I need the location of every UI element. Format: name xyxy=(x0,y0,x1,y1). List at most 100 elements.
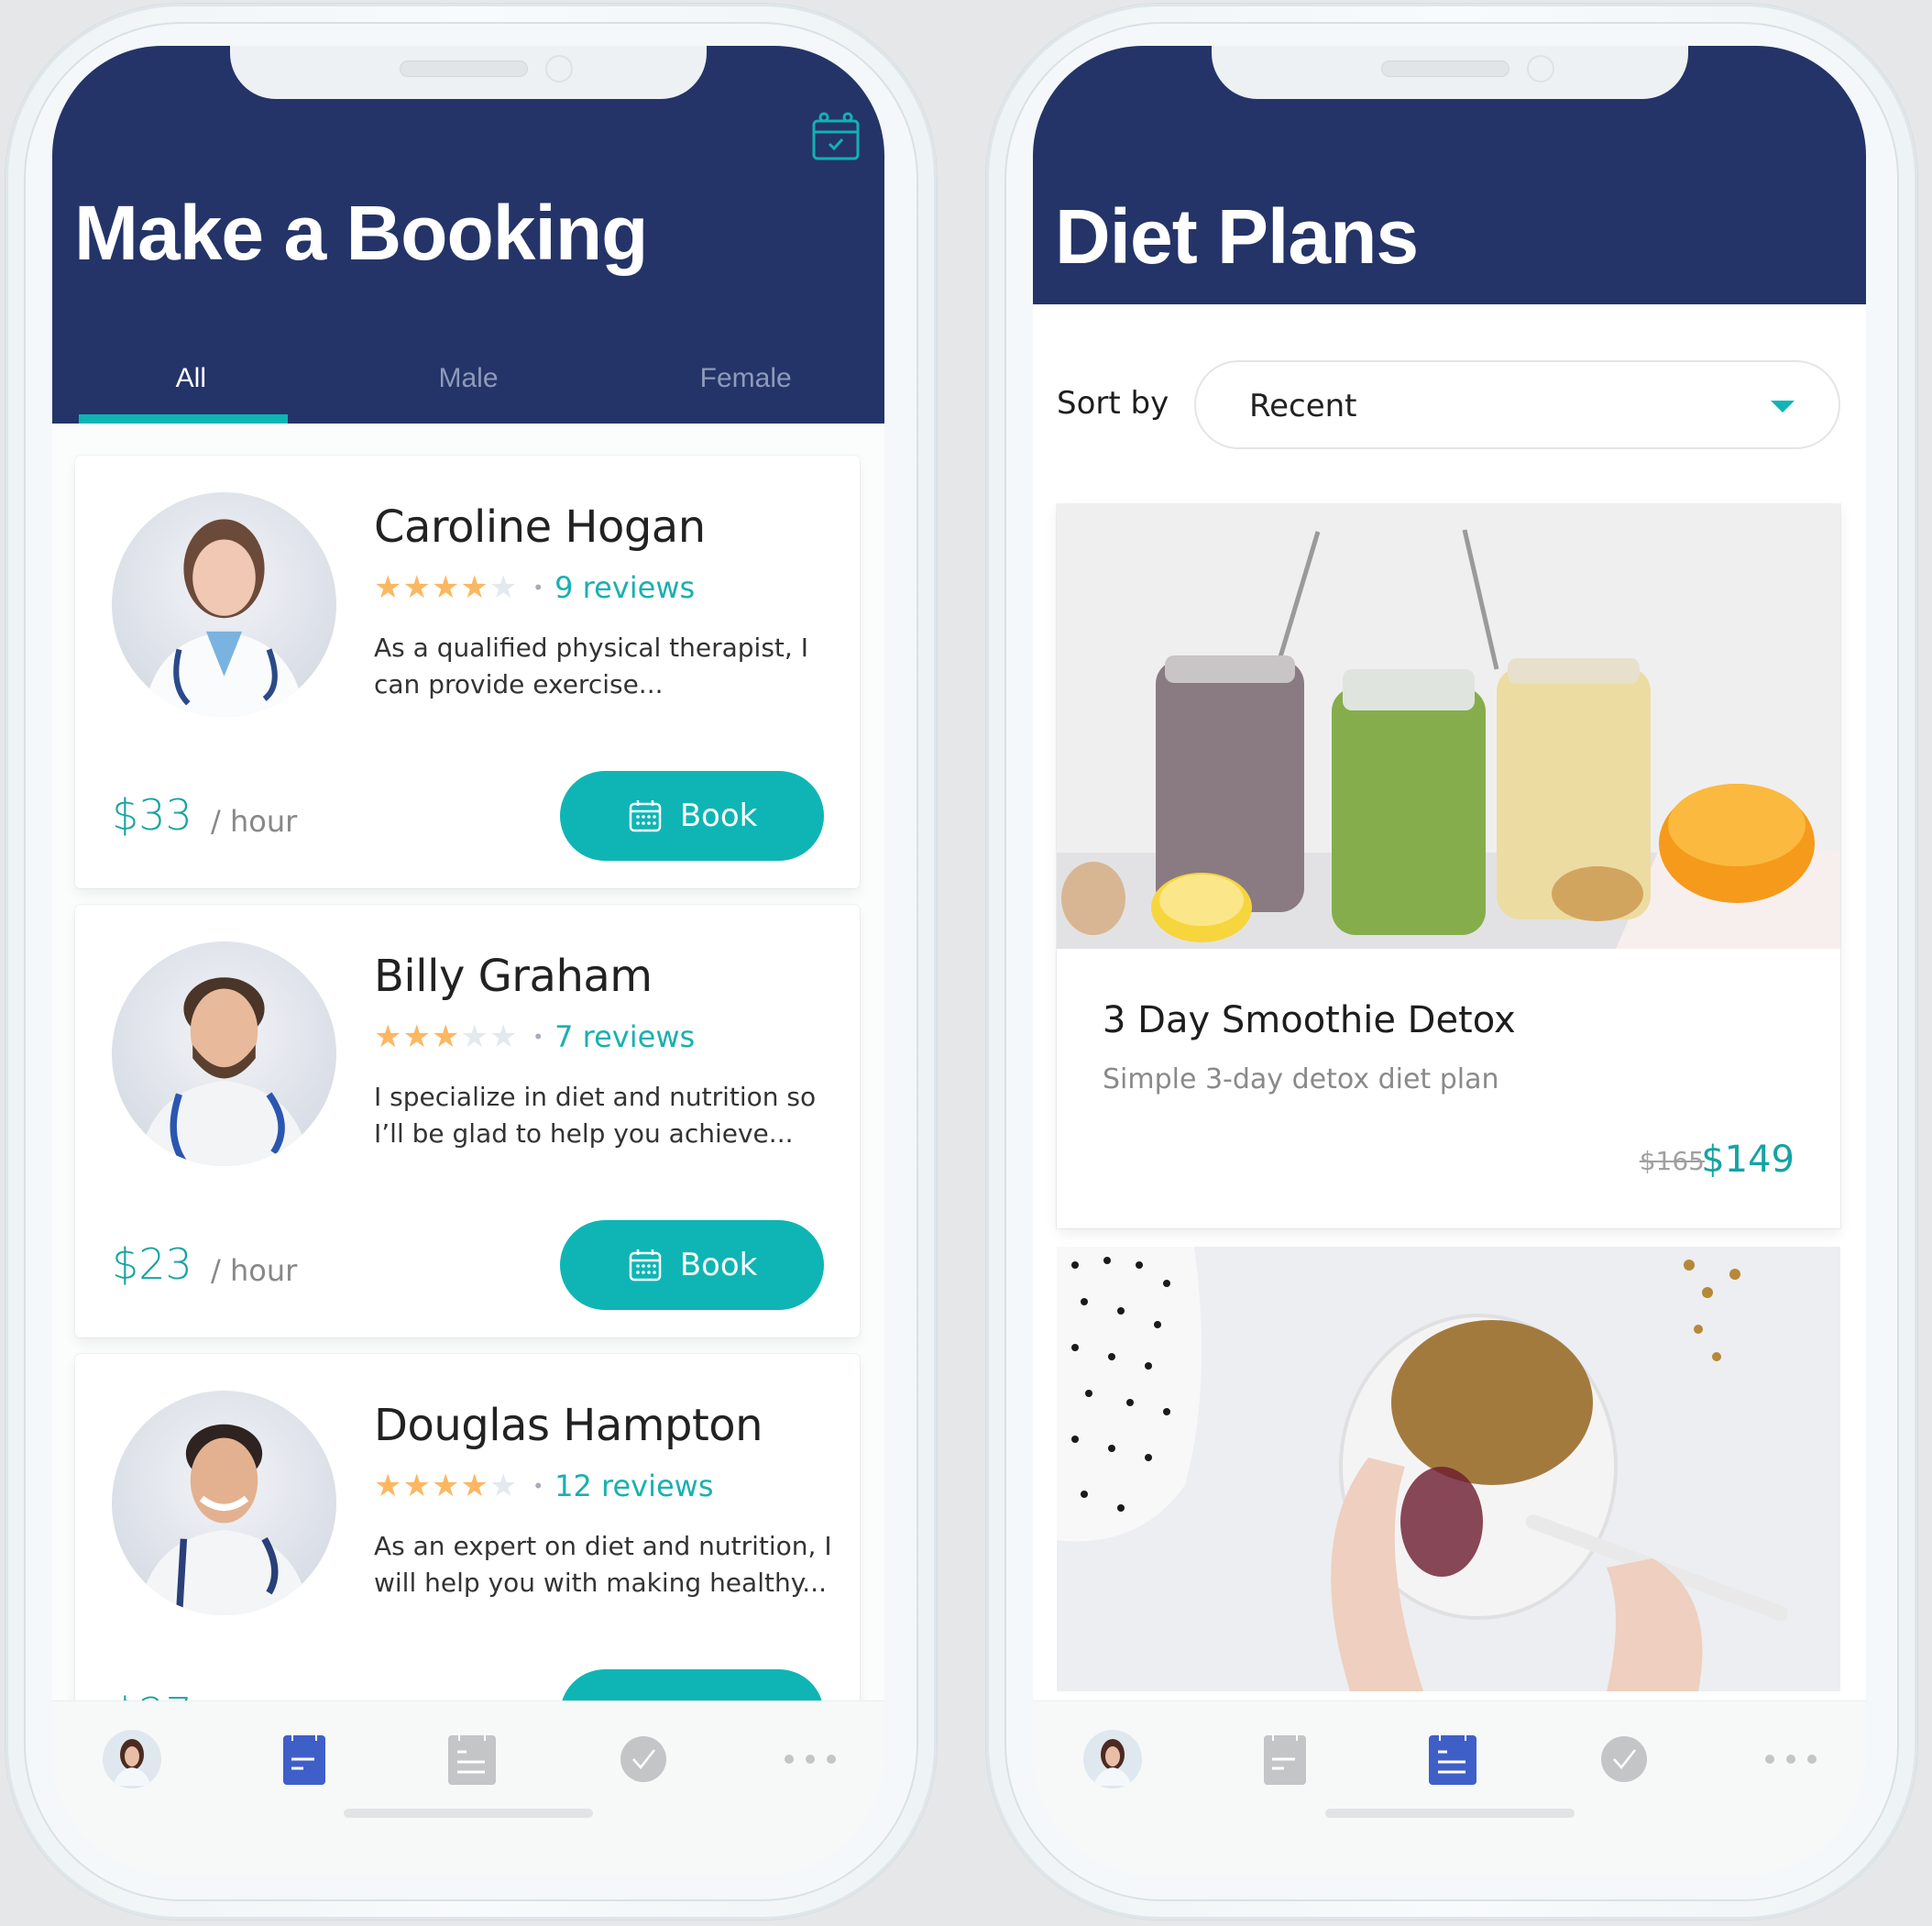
tabbar-bookings[interactable] xyxy=(1253,1727,1317,1791)
reviews-link[interactable]: 12 reviews xyxy=(554,1469,713,1503)
tabbar-more[interactable] xyxy=(778,1727,842,1791)
doctor-avatar xyxy=(112,1391,336,1615)
star-filled-icon: ★ xyxy=(374,1019,402,1054)
price-unit: / hour xyxy=(211,804,298,839)
sort-selected-value: Recent xyxy=(1249,388,1357,424)
front-camera xyxy=(545,55,573,83)
yogurt-granola-bowl-image xyxy=(1057,1247,1840,1691)
tabbar-more[interactable] xyxy=(1759,1727,1823,1791)
phone-notch xyxy=(1211,46,1688,99)
doctor-avatar xyxy=(112,492,336,717)
star-filled-icon: ★ xyxy=(431,570,460,605)
star-empty-icon: ★ xyxy=(488,570,518,605)
gender-filter-tabs: All Male Female xyxy=(52,348,884,424)
doctor-card[interactable]: Billy Graham ★★★★★ • 7 reviews I special… xyxy=(75,905,860,1337)
bookings-notepad-icon xyxy=(1264,1733,1306,1785)
price-unit: / hour xyxy=(211,1253,298,1288)
profile-avatar-icon xyxy=(1083,1730,1142,1788)
doctor-description: I specialize in diet and nutrition so I’… xyxy=(374,1082,817,1149)
check-circle-icon xyxy=(620,1736,666,1782)
caret-down-icon xyxy=(1771,401,1795,413)
star-filled-icon: ★ xyxy=(460,570,488,605)
speaker-grille xyxy=(1380,61,1509,77)
star-filled-icon: ★ xyxy=(402,1019,431,1054)
separator-dot: • xyxy=(534,1025,543,1048)
tab-female[interactable]: Female xyxy=(607,348,884,424)
page-title: Make a Booking xyxy=(74,190,648,276)
speaker-grille xyxy=(400,61,528,77)
tab-all[interactable]: All xyxy=(52,348,330,424)
doctor-card[interactable]: Caroline Hogan ★★★★★ • 9 reviews As a qu… xyxy=(75,456,860,888)
star-empty-icon: ★ xyxy=(488,1469,518,1503)
bottom-tab-bar xyxy=(52,1700,884,1875)
phone-notch xyxy=(230,46,707,99)
star-filled-icon: ★ xyxy=(460,1469,488,1503)
tabbar-diet-plans[interactable] xyxy=(440,1727,504,1791)
star-filled-icon: ★ xyxy=(431,1469,460,1503)
smoothie-jars-image xyxy=(1057,504,1840,949)
diet-plans-screen: Diet Plans Sort by Recent 3 Day Smoothie… xyxy=(1033,46,1866,1875)
tab-male[interactable]: Male xyxy=(330,348,608,424)
hourly-price: $33 xyxy=(112,790,192,840)
tabbar-completed[interactable] xyxy=(611,1727,675,1791)
separator-dot: • xyxy=(534,576,543,599)
star-rating: ★★★★★ • 7 reviews xyxy=(374,1019,695,1054)
star-rating: ★★★★★ • 9 reviews xyxy=(374,570,695,605)
calendar-icon xyxy=(629,1249,661,1282)
active-tab-indicator xyxy=(79,414,288,424)
book-button[interactable]: Book xyxy=(560,771,824,861)
stars: ★★★★★ xyxy=(374,1470,518,1502)
tabbar-profile[interactable] xyxy=(1081,1727,1145,1791)
original-price: $165 xyxy=(1639,1146,1705,1176)
star-rating: ★★★★★ • 12 reviews xyxy=(374,1469,714,1503)
doctor-description: As a qualified physical therapist, I can… xyxy=(374,633,808,699)
doctor-avatar xyxy=(112,941,336,1166)
check-circle-icon xyxy=(1601,1736,1647,1782)
sort-label: Sort by xyxy=(1057,385,1169,422)
bookings-notepad-icon xyxy=(283,1733,325,1785)
calendar-check-icon[interactable] xyxy=(811,110,861,161)
home-indicator[interactable] xyxy=(1324,1809,1575,1818)
doctor-name: Douglas Hampton xyxy=(374,1400,763,1451)
star-filled-icon: ★ xyxy=(431,1019,460,1054)
stars: ★★★★★ xyxy=(374,572,518,603)
profile-avatar-icon xyxy=(103,1730,161,1788)
doctor-name: Caroline Hogan xyxy=(374,501,706,553)
diet-plan-card[interactable]: 3 Day Smoothie Detox Simple 3-day detox … xyxy=(1057,504,1840,1228)
calendar-icon xyxy=(629,800,661,832)
plan-subtitle: Simple 3-day detox diet plan xyxy=(1103,1063,1499,1095)
book-button-label: Book xyxy=(679,1247,758,1283)
tabbar-diet-plans[interactable] xyxy=(1421,1727,1485,1791)
sort-dropdown[interactable]: Recent xyxy=(1194,360,1840,449)
diet-plan-card[interactable] xyxy=(1057,1247,1840,1705)
stars: ★★★★★ xyxy=(374,1021,518,1052)
book-button[interactable]: Book xyxy=(560,1220,824,1310)
home-indicator[interactable] xyxy=(344,1809,593,1818)
more-dots-icon xyxy=(785,1755,836,1764)
more-dots-icon xyxy=(1765,1755,1817,1764)
discount-price: $149 xyxy=(1701,1139,1795,1181)
diet-header: Diet Plans xyxy=(1033,46,1866,304)
diet-plans-notepad-icon xyxy=(448,1733,496,1785)
doctor-list[interactable]: Caroline Hogan ★★★★★ • 9 reviews As a qu… xyxy=(52,424,884,1787)
book-button-label: Book xyxy=(679,798,758,834)
star-filled-icon: ★ xyxy=(374,1469,402,1503)
reviews-link[interactable]: 9 reviews xyxy=(554,570,695,605)
star-filled-icon: ★ xyxy=(374,570,402,605)
tabbar-completed[interactable] xyxy=(1592,1727,1656,1791)
bottom-tab-bar xyxy=(1033,1700,1866,1875)
star-filled-icon: ★ xyxy=(402,570,431,605)
separator-dot: • xyxy=(534,1474,543,1497)
tabbar-profile[interactable] xyxy=(100,1727,164,1791)
diet-plans-notepad-icon xyxy=(1429,1733,1476,1785)
doctor-description: As an expert on diet and nutrition, I wi… xyxy=(374,1531,832,1598)
front-camera xyxy=(1526,55,1554,83)
reviews-link[interactable]: 7 reviews xyxy=(554,1019,695,1054)
star-filled-icon: ★ xyxy=(402,1469,431,1503)
hourly-price: $23 xyxy=(112,1239,192,1289)
plan-title: 3 Day Smoothie Detox xyxy=(1103,999,1516,1041)
doctor-name: Billy Graham xyxy=(374,951,653,1002)
booking-header: Make a Booking All Male Female xyxy=(52,46,884,424)
tabbar-bookings[interactable] xyxy=(272,1727,336,1791)
booking-screen: Make a Booking All Male Female Caroline … xyxy=(52,46,884,1875)
